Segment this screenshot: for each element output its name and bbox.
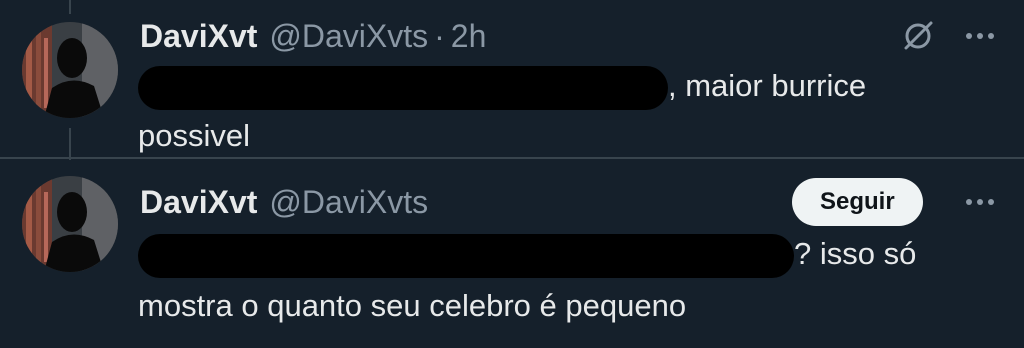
tweet-header: DaviXvt @DaviXvts (140, 180, 428, 224)
timestamp[interactable]: 2h (451, 18, 487, 55)
tweet-text-line: ? isso só (138, 226, 916, 282)
redacted-text (138, 233, 794, 278)
user-handle[interactable]: @DaviXvts (269, 18, 428, 55)
separator-dot: · (434, 17, 445, 54)
display-name[interactable]: DaviXvt (140, 18, 257, 55)
tweet-text-fragment: ? isso só (794, 236, 917, 271)
tweet-header: DaviXvt @DaviXvts · 2h (140, 14, 486, 58)
tweet-text-line: possivel (138, 118, 250, 153)
display-name[interactable]: DaviXvt (140, 184, 257, 221)
more-icon[interactable] (962, 18, 998, 54)
tweet-text: , maior burrice possivel (138, 58, 866, 164)
user-handle[interactable]: @DaviXvts (269, 184, 428, 221)
tweet-text: ? isso só mostra o quanto seu celebro é … (138, 226, 916, 334)
redacted-text (138, 65, 668, 110)
avatar[interactable] (22, 176, 118, 272)
tweet-text-fragment: , maior burrice (668, 68, 867, 103)
tweet[interactable]: DaviXvt @DaviXvts · 2h , maior burrice p… (0, 0, 1024, 158)
grok-icon[interactable] (898, 16, 938, 56)
tweet-divider (0, 157, 1024, 159)
tweet-text-line: , maior burrice (138, 58, 866, 114)
avatar[interactable] (22, 22, 118, 118)
tweet[interactable]: DaviXvt @DaviXvts Seguir ? isso só mostr… (0, 160, 1024, 348)
follow-button[interactable]: Seguir (792, 178, 923, 226)
tweet-text-line: mostra o quanto seu celebro é pequeno (138, 288, 687, 323)
more-icon[interactable] (962, 184, 998, 220)
